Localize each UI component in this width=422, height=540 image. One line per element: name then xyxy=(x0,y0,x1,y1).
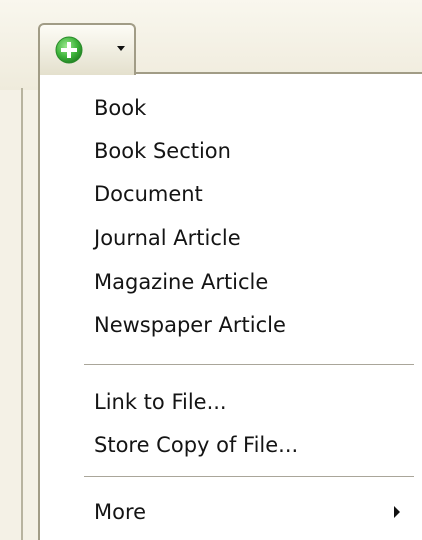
menu-separator xyxy=(84,364,414,366)
menu-item-label: Book xyxy=(94,96,147,120)
new-item-button[interactable] xyxy=(38,23,136,75)
menu-item-newspaper-article[interactable]: Newspaper Article xyxy=(40,306,422,344)
chevron-down-icon[interactable] xyxy=(117,46,125,51)
menu-item-store-copy-of-file[interactable]: Store Copy of File... xyxy=(40,426,422,464)
menu-item-book-section[interactable]: Book Section xyxy=(40,132,422,170)
menu-item-label: Document xyxy=(94,182,203,206)
menu-item-label: Link to File... xyxy=(94,390,227,414)
menu-item-more[interactable]: More xyxy=(40,493,422,531)
menu-item-label: Book Section xyxy=(94,139,231,163)
menu-item-journal-article[interactable]: Journal Article xyxy=(40,219,422,257)
pane-divider xyxy=(21,88,23,540)
menu-item-document[interactable]: Document xyxy=(40,175,422,213)
menu-item-label: More xyxy=(94,500,147,524)
menu-separator xyxy=(84,476,414,478)
plus-circle-icon xyxy=(55,36,83,64)
menu-item-link-to-file[interactable]: Link to File... xyxy=(40,383,422,421)
new-item-menu: Book Book Section Document Journal Artic… xyxy=(38,72,422,540)
menu-item-label: Journal Article xyxy=(94,226,241,250)
menu-item-magazine-article[interactable]: Magazine Article xyxy=(40,263,422,301)
menu-item-book[interactable]: Book xyxy=(40,89,422,127)
menu-item-label: Store Copy of File... xyxy=(94,433,299,457)
menu-item-label: Magazine Article xyxy=(94,270,269,294)
menu-item-label: Newspaper Article xyxy=(94,313,286,337)
submenu-arrow-icon xyxy=(394,506,400,518)
